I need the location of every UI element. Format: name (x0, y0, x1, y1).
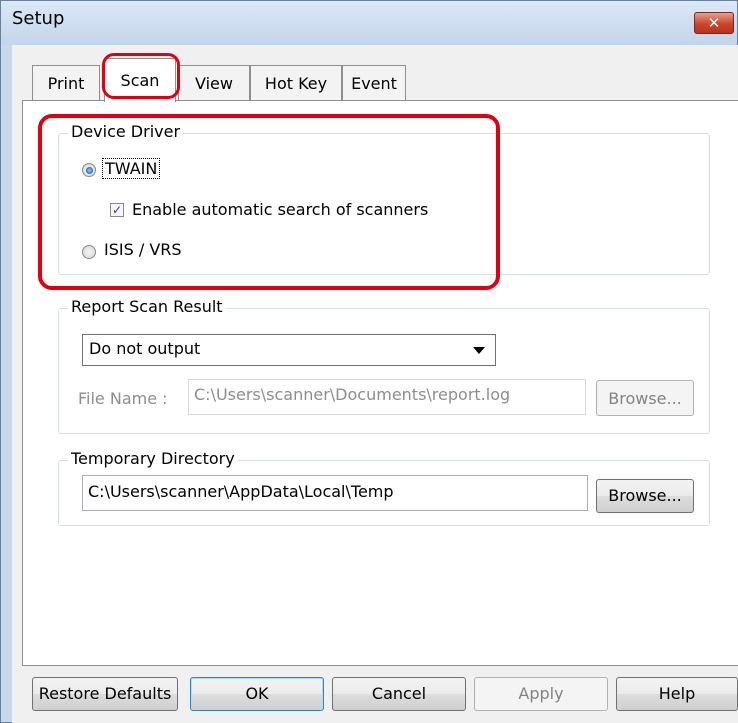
tab-view[interactable]: View (178, 65, 250, 101)
scan-tab-highlight (102, 53, 180, 99)
tab-print[interactable]: Print (32, 65, 100, 101)
cancel-button[interactable]: Cancel (332, 677, 466, 711)
window-title: Setup (12, 8, 65, 29)
restore-defaults-button[interactable]: Restore Defaults (32, 677, 178, 711)
close-button[interactable]: ✕ (694, 12, 734, 34)
ok-button[interactable]: OK (190, 677, 324, 711)
tab-hot-key[interactable]: Hot Key (250, 65, 342, 101)
file-name-label: File Name : (78, 389, 168, 408)
apply-button[interactable]: Apply (474, 677, 608, 711)
device-driver-highlight (38, 114, 500, 290)
tab-event[interactable]: Event (342, 65, 406, 101)
help-button[interactable]: Help (616, 677, 738, 711)
temp-directory-input[interactable]: C:\Users\scanner\AppData\Local\Temp (82, 475, 588, 511)
temp-browse-button[interactable]: Browse... (596, 479, 694, 513)
chevron-down-icon (473, 347, 485, 354)
report-browse-button[interactable]: Browse... (596, 380, 694, 416)
temporary-directory-legend: Temporary Directory (68, 449, 238, 468)
report-scan-result-legend: Report Scan Result (68, 297, 226, 316)
title-bar[interactable] (1, 1, 737, 45)
report-output-value: Do not output (89, 339, 201, 358)
file-name-input[interactable]: C:\Users\scanner\Documents\report.log (188, 379, 586, 415)
report-output-select[interactable]: Do not output (82, 334, 496, 366)
close-icon: ✕ (707, 14, 721, 32)
